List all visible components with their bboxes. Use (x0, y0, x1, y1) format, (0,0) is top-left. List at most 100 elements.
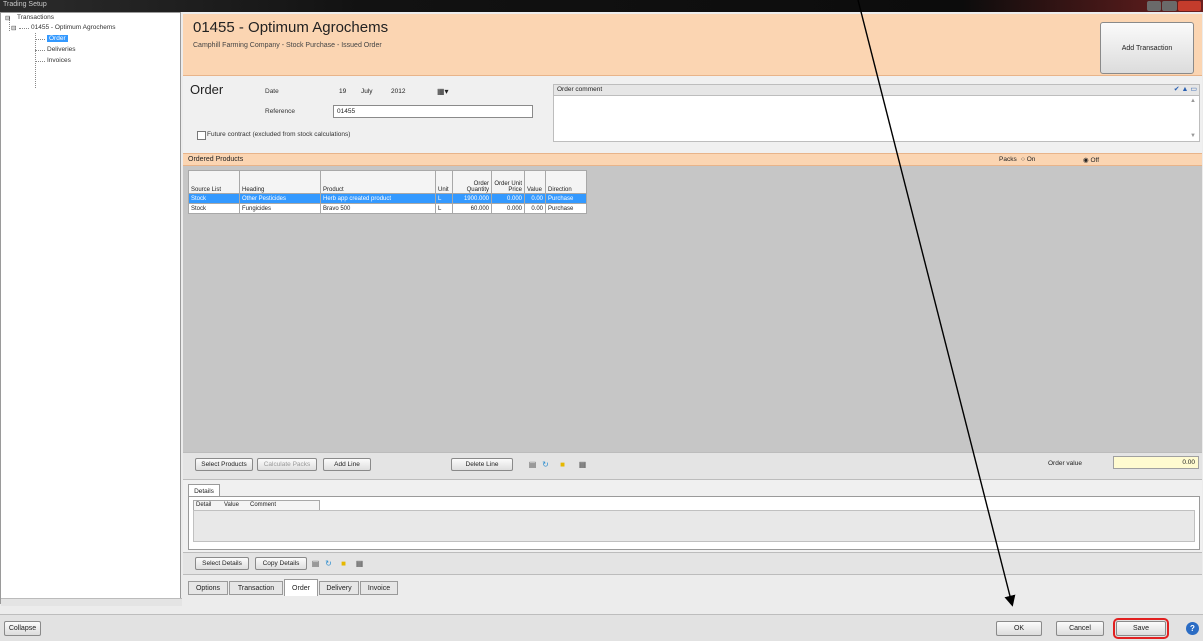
transaction-tree: ⊟ Transactions ⊟ 01455 - Optimum Agroche… (0, 12, 182, 606)
tree-line (35, 50, 45, 51)
comment-tools-icon[interactable]: ✔ ▲ ▭ (1174, 85, 1197, 93)
help-icon[interactable]: ? (1186, 622, 1199, 635)
cell-order-quantity[interactable]: 60.000 (452, 203, 492, 214)
delete-line-button[interactable]: Delete Line (451, 458, 513, 471)
maximize-button[interactable] (1162, 1, 1177, 11)
cell-unit[interactable]: L (435, 193, 453, 204)
collapse-button[interactable]: Collapse (4, 621, 41, 636)
column-header-product[interactable]: Product (320, 170, 436, 194)
tree-item-order[interactable]: Order (47, 35, 68, 42)
window-title: Trading Setup (3, 1, 47, 8)
cell-order-quantity[interactable]: 1900.000 (452, 193, 492, 204)
tab-delivery[interactable]: Delivery (319, 581, 359, 595)
column-header-direction[interactable]: Direction (545, 170, 587, 194)
cell-value[interactable]: 0.00 (524, 193, 546, 204)
calculate-packs-button[interactable]: Calculate Packs (257, 458, 317, 471)
tree-item-transactions[interactable]: Transactions (17, 14, 54, 21)
date-month[interactable]: July (361, 88, 373, 95)
grid-icon[interactable]: ▤ (311, 559, 320, 568)
cell-heading[interactable]: Other Pesticides (239, 193, 321, 204)
grid-icon[interactable]: ▤ (528, 460, 537, 469)
cell-unit[interactable]: L (435, 203, 453, 214)
status-bar: Collapse OK Cancel Save ? (0, 614, 1203, 641)
refresh-icon[interactable]: ↻ (324, 559, 333, 568)
table-header-row: Source List Heading Product Unit Order Q… (188, 170, 587, 194)
packs-label: Packs (999, 156, 1017, 163)
details-panel: Details Detail Value Comment (183, 480, 1202, 552)
future-contract-label: Future contract (excluded from stock cal… (207, 131, 351, 138)
date-picker[interactable]: 19 July 2012 ▦▾ (333, 87, 463, 99)
tab-transaction[interactable]: Transaction (229, 581, 283, 595)
column-header-value[interactable]: Value (224, 502, 239, 508)
add-line-button[interactable]: Add Line (323, 458, 371, 471)
select-products-button[interactable]: Select Products (195, 458, 253, 471)
column-header-value[interactable]: Value (524, 170, 546, 194)
column-header-source-list[interactable]: Source List (188, 170, 240, 194)
date-year[interactable]: 2012 (391, 88, 405, 95)
order-value-field: 0.00 (1113, 456, 1199, 469)
tab-options[interactable]: Options (188, 581, 228, 595)
details-toolbar: Select Details Copy Details ▤ ↻ ■ ▦ (183, 552, 1202, 575)
order-comment-textarea[interactable]: ▲ ▼ (553, 95, 1200, 142)
cell-direction[interactable]: Purchase (545, 203, 587, 214)
date-day[interactable]: 19 (339, 88, 346, 95)
future-contract-checkbox[interactable] (197, 131, 206, 140)
scroll-up-icon[interactable]: ▲ (1190, 98, 1196, 104)
calendar-icon[interactable]: ▦▾ (437, 87, 449, 96)
tab-invoice[interactable]: Invoice (360, 581, 398, 595)
folder-icon[interactable]: ■ (558, 460, 567, 469)
tree-expand-icon[interactable]: ⊟ (11, 24, 16, 32)
packs-on-radio[interactable]: ○ On (1021, 156, 1035, 163)
refresh-icon[interactable]: ↻ (541, 460, 550, 469)
tree-item-invoices[interactable]: Invoices (47, 57, 71, 64)
minimize-button[interactable] (1147, 1, 1162, 11)
ordered-products-bar: Ordered Products Packs ○ On ◉ Off (183, 153, 1202, 166)
table-icon[interactable]: ▦ (578, 460, 587, 469)
tree-horizontal-scrollbar[interactable] (1, 598, 182, 606)
order-value-label: Order value (1048, 460, 1082, 467)
date-label: Date (265, 88, 279, 95)
folder-icon[interactable]: ■ (339, 559, 348, 568)
column-header-order-quantity[interactable]: Order Quantity (452, 170, 492, 194)
order-comment-label: Order comment (557, 86, 603, 93)
tab-order[interactable]: Order (284, 579, 318, 596)
cell-product[interactable]: Herb app created product (320, 193, 436, 204)
tree-item-deliveries[interactable]: Deliveries (47, 46, 76, 53)
cell-heading[interactable]: Fungicides (239, 203, 321, 214)
tree-line (19, 28, 29, 29)
packs-on-label: On (1026, 156, 1036, 163)
cell-direction[interactable]: Purchase (545, 193, 587, 204)
cancel-button[interactable]: Cancel (1056, 621, 1104, 636)
add-transaction-button[interactable]: Add Transaction (1100, 22, 1194, 74)
page-title: 01455 - Optimum Agrochems (193, 19, 389, 36)
cell-value[interactable]: 0.00 (524, 203, 546, 214)
cell-order-unit-price[interactable]: 0.000 (491, 193, 525, 204)
column-header-unit[interactable]: Unit (435, 170, 453, 194)
cell-source-list[interactable]: Stock (188, 193, 240, 204)
tree-item-transaction[interactable]: 01455 - Optimum Agrochems (31, 24, 116, 31)
column-header-order-unit-price[interactable]: Order Unit Price (491, 170, 525, 194)
details-box: Detail Value Comment (188, 496, 1200, 550)
ok-button[interactable]: OK (996, 621, 1042, 636)
table-icon[interactable]: ▦ (355, 559, 364, 568)
cell-source-list[interactable]: Stock (188, 203, 240, 214)
column-header-heading[interactable]: Heading (239, 170, 321, 194)
copy-details-button[interactable]: Copy Details (255, 557, 307, 570)
packs-off-radio[interactable]: ◉ Off (1083, 156, 1099, 164)
cell-order-unit-price[interactable]: 0.000 (491, 203, 525, 214)
table-row[interactable]: Stock Fungicides Bravo 500 L 60.000 0.00… (188, 203, 587, 214)
tree-expand-icon[interactable]: ⊟ (5, 14, 10, 22)
column-header-comment[interactable]: Comment (250, 502, 276, 508)
column-header-detail[interactable]: Detail (196, 502, 211, 508)
save-button[interactable]: Save (1113, 618, 1169, 639)
close-button[interactable] (1177, 1, 1201, 11)
details-table (193, 510, 1195, 542)
select-details-button[interactable]: Select Details (195, 557, 249, 570)
reference-input[interactable]: 01455 (333, 105, 533, 118)
tree-line (35, 61, 45, 62)
scroll-down-icon[interactable]: ▼ (1190, 133, 1196, 139)
order-panel: Order Date 19 July 2012 ▦▾ Reference 014… (183, 76, 1202, 153)
cell-product[interactable]: Bravo 500 (320, 203, 436, 214)
tree-line (35, 39, 45, 40)
table-row[interactable]: Stock Other Pesticides Herb app created … (188, 193, 587, 204)
